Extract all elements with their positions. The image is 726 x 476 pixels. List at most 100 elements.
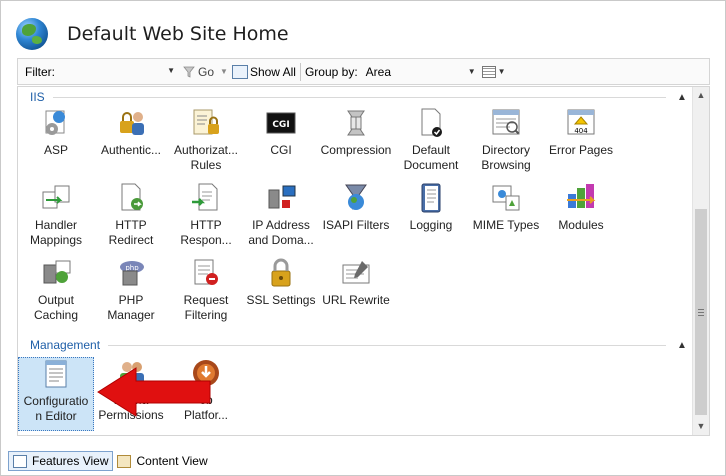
feature-tile-authentication[interactable]: Authentic... xyxy=(93,107,169,181)
view-mode-icon[interactable] xyxy=(481,65,496,78)
feature-tile-directory-browsing[interactable]: Directory Browsing xyxy=(468,107,544,181)
cgi-icon: CGI xyxy=(265,107,297,139)
feature-tile-label: Request Filtering xyxy=(183,293,229,322)
chevron-down-icon: ▼ xyxy=(467,67,476,76)
chevron-down-icon[interactable]: ▼ xyxy=(167,66,175,75)
features-view-tab[interactable]: Features View xyxy=(8,451,114,471)
http-response-icon xyxy=(190,182,222,214)
configuration-editor-icon xyxy=(40,358,72,390)
feature-tile-compression[interactable]: Compression xyxy=(318,107,394,181)
handler-mappings-icon xyxy=(40,182,72,214)
feature-tile-label: PHP Manager xyxy=(107,293,155,322)
filter-input[interactable]: ▼ xyxy=(57,62,177,82)
feature-tile-label: Directory Browsing xyxy=(481,143,531,172)
feature-tile-url-rewrite[interactable]: URL Rewrite xyxy=(318,257,394,331)
feature-tile-label: Modules xyxy=(558,218,604,232)
feature-tile-label: URL Rewrite xyxy=(322,293,390,307)
content-view-tab[interactable]: Content View xyxy=(113,451,211,471)
feature-tile-ip-address[interactable]: IP Address and Doma... xyxy=(243,182,319,256)
group-by-label: Group by: xyxy=(304,64,358,79)
feature-tile-label: Authorizat... Rules xyxy=(173,143,239,172)
feature-tile-label: ISAPI Filters xyxy=(322,218,390,232)
logging-icon xyxy=(415,182,447,214)
feature-tile-label: Handler Mappings xyxy=(29,218,83,247)
features-view-icon xyxy=(13,454,27,468)
error-pages-icon: 404 xyxy=(565,107,597,139)
svg-text:404: 404 xyxy=(574,127,588,135)
feature-tile-label: HTTP Respon... xyxy=(180,218,232,247)
go-button[interactable]: Go xyxy=(183,65,214,79)
php-manager-icon: php xyxy=(115,257,147,289)
feature-tile-output-caching[interactable]: Output Caching xyxy=(18,257,94,331)
feature-tile-authorization-rules[interactable]: Authorizat... Rules xyxy=(168,107,244,181)
feature-tile-label: Default Document xyxy=(403,143,459,172)
page-header: Default Web Site Home xyxy=(16,14,289,54)
scroll-thumb[interactable] xyxy=(695,209,707,415)
feature-tile-label: Error Pages xyxy=(548,143,614,157)
ip-address-icon xyxy=(265,182,297,214)
feature-tile-logging[interactable]: Logging xyxy=(393,182,469,256)
scroll-up-button[interactable]: ▲ xyxy=(693,87,709,104)
go-dropdown-icon[interactable]: ▼ xyxy=(220,67,228,76)
feature-tile-configuration-editor[interactable]: Configuratio n Editor xyxy=(18,357,94,431)
authentication-icon xyxy=(115,107,147,139)
collapse-icon[interactable]: ▲ xyxy=(676,92,688,103)
feature-tile-label: CGI xyxy=(270,143,292,157)
feature-tile-label: Logging xyxy=(409,218,453,232)
funnel-icon xyxy=(183,66,195,78)
isapi-filters-icon xyxy=(340,182,372,214)
compression-icon xyxy=(340,107,372,139)
globe-icon xyxy=(16,18,48,50)
group-header-iis[interactable]: IIS ▲ xyxy=(18,89,688,105)
feature-tile-request-filtering[interactable]: Request Filtering xyxy=(168,257,244,331)
default-document-icon xyxy=(415,107,447,139)
feature-tile-label: MIME Types xyxy=(472,218,540,232)
feature-tile-handler-mappings[interactable]: Handler Mappings xyxy=(18,182,94,256)
view-mode-dropdown-icon[interactable]: ▼ xyxy=(498,67,506,76)
vertical-scrollbar[interactable]: ▲ ▼ xyxy=(692,87,709,435)
show-all-button[interactable]: Show All xyxy=(231,64,296,79)
feature-tile-cgi[interactable]: CGI CGI xyxy=(243,107,319,181)
feature-tile-label: IP Address and Doma... xyxy=(248,218,314,247)
toolbar-separator xyxy=(299,62,301,81)
feature-tile-modules[interactable]: Modules xyxy=(543,182,619,256)
group-header-management[interactable]: Management ▲ xyxy=(18,337,688,353)
collapse-icon[interactable]: ▲ xyxy=(676,340,688,351)
filter-label: Filter: xyxy=(25,64,55,79)
feature-tile-http-redirect[interactable]: HTTP Redirect xyxy=(93,182,169,256)
svg-text:CGI: CGI xyxy=(272,120,289,130)
feature-tile-ssl-settings[interactable]: SSL Settings xyxy=(243,257,319,331)
content-view-icon xyxy=(117,454,132,468)
show-all-icon xyxy=(231,64,248,79)
feature-tile-label: Output Caching xyxy=(33,293,79,322)
feature-tile-label: Compression xyxy=(320,143,392,157)
group-by-select[interactable]: Area ▼ xyxy=(366,65,476,79)
annotation-arrow xyxy=(97,367,211,417)
scroll-down-button[interactable]: ▼ xyxy=(693,418,709,435)
modules-icon xyxy=(565,182,597,214)
ssl-settings-icon xyxy=(265,257,297,289)
output-caching-icon xyxy=(40,257,72,289)
status-bar: Features View Content View xyxy=(8,451,212,471)
feature-tile-http-response[interactable]: HTTP Respon... xyxy=(168,182,244,256)
feature-tile-label: HTTP Redirect xyxy=(108,218,154,247)
feature-tile-isapi-filters[interactable]: ISAPI Filters xyxy=(318,182,394,256)
page-title: Default Web Site Home xyxy=(67,23,289,45)
asp-icon xyxy=(40,107,72,139)
directory-browsing-icon xyxy=(490,107,522,139)
mime-types-icon xyxy=(490,182,522,214)
feature-tile-label: SSL Settings xyxy=(246,293,316,307)
feature-tile-asp[interactable]: ASP xyxy=(18,107,94,181)
feature-tile-label: ASP xyxy=(43,143,68,157)
feature-tile-label: Configuratio n Editor xyxy=(23,394,89,423)
feature-tile-error-pages[interactable]: 404 Error Pages xyxy=(543,107,619,181)
url-rewrite-icon xyxy=(340,257,372,289)
feature-tile-mime-types[interactable]: MIME Types xyxy=(468,182,544,256)
filter-toolbar: Filter: ▼ Go ▼ Show All Group by: Area ▼… xyxy=(17,58,710,85)
feature-tile-label: Authentic... xyxy=(100,143,162,157)
feature-tile-php-manager[interactable]: php PHP Manager xyxy=(93,257,169,331)
request-filtering-icon xyxy=(190,257,222,289)
feature-tile-default-document[interactable]: Default Document xyxy=(393,107,469,181)
http-redirect-icon xyxy=(115,182,147,214)
authorization-rules-icon xyxy=(190,107,222,139)
